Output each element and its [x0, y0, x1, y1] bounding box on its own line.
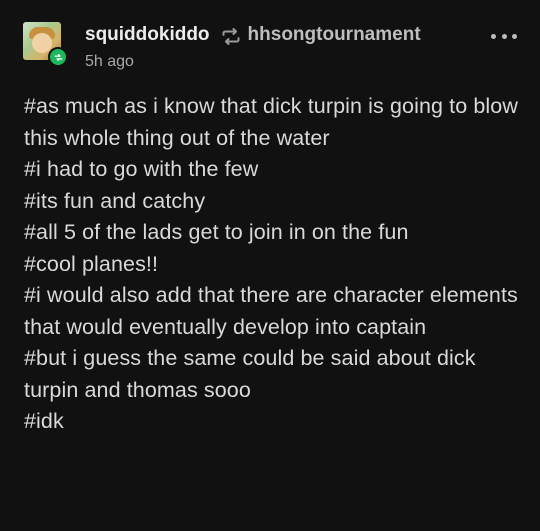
reblog-icon: [221, 27, 241, 45]
tag-item[interactable]: #as much as i know that dick turpin is g…: [24, 91, 520, 154]
more-options-button[interactable]: [491, 28, 517, 44]
tag-list: #as much as i know that dick turpin is g…: [24, 91, 520, 438]
reblog-badge-icon: [48, 47, 68, 67]
tag-item[interactable]: #i had to go with the few: [24, 154, 520, 186]
tag-item[interactable]: #i would also add that there are charact…: [24, 280, 520, 343]
tag-item[interactable]: #cool planes!!: [24, 249, 520, 281]
tag-item[interactable]: #all 5 of the lads get to join in on the…: [24, 217, 520, 249]
post-attribution: squiddokiddo hhsongtournament: [85, 24, 421, 46]
more-options-icon: [512, 33, 517, 39]
post-card: squiddokiddo hhsongtournament 5h ago #as…: [0, 0, 540, 531]
more-options-icon: [501, 33, 507, 39]
tag-item[interactable]: #but i guess the same could be said abou…: [24, 343, 520, 406]
tag-item[interactable]: #idk: [24, 406, 520, 438]
reblogged-from-link[interactable]: hhsongtournament: [248, 24, 421, 46]
reblog-icon: [54, 53, 62, 61]
post-timestamp[interactable]: 5h ago: [85, 53, 134, 71]
author-link[interactable]: squiddokiddo: [85, 24, 210, 46]
post-header: squiddokiddo hhsongtournament 5h ago: [23, 22, 520, 72]
tag-item[interactable]: #its fun and catchy: [24, 186, 520, 218]
more-options-icon: [491, 33, 496, 39]
